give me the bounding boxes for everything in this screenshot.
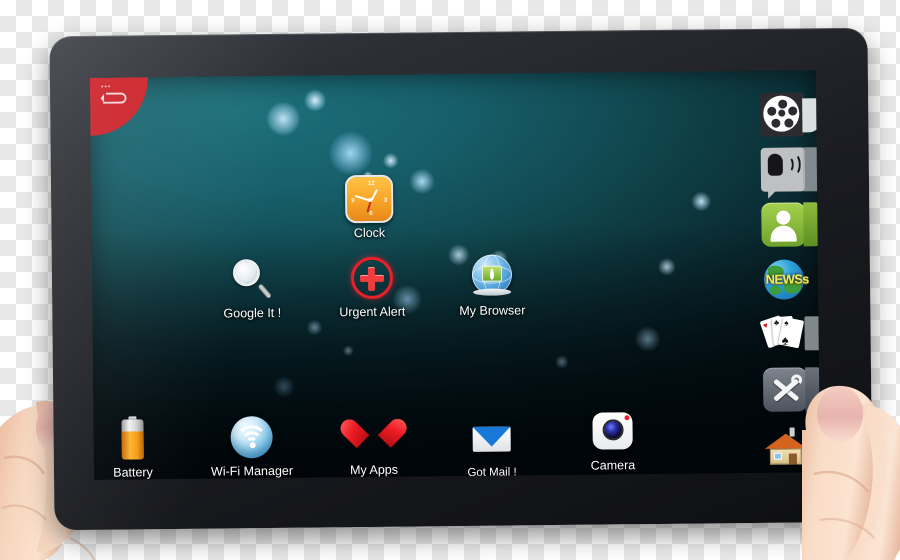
alert-plus-icon xyxy=(348,254,397,303)
app-icon-my-browser[interactable]: My Browser xyxy=(444,252,541,318)
app-label: Battery xyxy=(113,465,153,480)
voice-speak-icon xyxy=(760,147,806,199)
news-label: NEWS xyxy=(765,271,803,287)
bokeh-light xyxy=(382,152,399,169)
bokeh-light xyxy=(634,325,661,353)
bokeh-light xyxy=(328,130,373,176)
app-label: Wi-Fi Manager xyxy=(210,463,294,479)
contacts-icon xyxy=(761,202,806,247)
app-label: Urgent Alert xyxy=(339,304,406,320)
bokeh-light xyxy=(266,101,301,137)
news-globe-icon: NEWS xyxy=(762,257,806,301)
globe-browser-icon xyxy=(468,252,517,301)
app-icon-my-apps[interactable]: My Apps xyxy=(325,411,422,478)
tablet-device: ••• 12 3 6 9 Clock Google It ! Urgent Al… xyxy=(49,27,873,531)
app-icon-urgent-alert[interactable]: Urgent Alert xyxy=(324,253,421,319)
app-icon-google-it[interactable]: Google It ! xyxy=(204,255,301,321)
screenshot-stage: ••• 12 3 6 9 Clock Google It ! Urgent Al… xyxy=(0,0,900,560)
back-badge[interactable]: ••• xyxy=(89,77,149,136)
app-label: Google It ! xyxy=(223,305,282,321)
bokeh-light xyxy=(273,375,296,398)
bokeh-light xyxy=(657,257,676,276)
magnifier-icon xyxy=(228,255,277,304)
bokeh-light xyxy=(306,319,323,336)
dock-item-news[interactable]: NEWS s xyxy=(762,257,820,304)
mail-icon xyxy=(467,414,516,463)
right-hand xyxy=(800,370,900,560)
bokeh-light xyxy=(691,191,712,212)
tablet-screen[interactable]: ••• 12 3 6 9 Clock Google It ! Urgent Al… xyxy=(89,70,821,480)
heart-icon xyxy=(349,412,398,461)
bokeh-light xyxy=(554,354,569,370)
app-icon-battery[interactable]: Battery xyxy=(90,414,181,480)
back-arrow-icon xyxy=(97,90,127,106)
clock-icon: 12 3 6 9 xyxy=(344,174,394,224)
app-label: My Apps xyxy=(349,462,399,478)
app-label: My Browser xyxy=(459,303,526,319)
app-icon-clock[interactable]: 12 3 6 9 Clock xyxy=(321,174,418,240)
app-icon-camera[interactable]: Camera xyxy=(564,407,661,473)
dock-item-voice[interactable] xyxy=(760,147,821,199)
app-label: Got Mail ! xyxy=(467,466,517,479)
app-label: Clock xyxy=(353,225,386,241)
wifi-icon xyxy=(227,413,276,462)
bokeh-light xyxy=(342,345,354,357)
dock-item-contacts[interactable] xyxy=(761,202,821,249)
app-icon-wifi-manager[interactable]: Wi-Fi Manager xyxy=(203,413,300,479)
app-label: Camera xyxy=(590,458,636,473)
app-icon-got-mail[interactable]: Got Mail ! xyxy=(443,414,540,480)
camera-icon xyxy=(588,407,637,456)
film-reel-icon xyxy=(760,92,805,137)
dock-item-cards[interactable]: ♥ ♣ ♠ ♠ xyxy=(759,312,821,359)
playing-cards-icon: ♥ ♣ ♠ ♠ xyxy=(759,312,806,356)
bokeh-light xyxy=(304,89,327,112)
battery-icon xyxy=(108,414,157,463)
dock-item-video[interactable] xyxy=(760,92,821,139)
